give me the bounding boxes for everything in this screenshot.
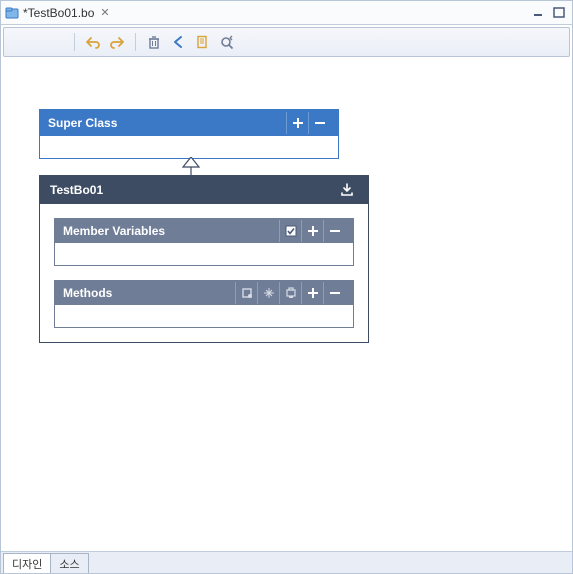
undo-button[interactable] xyxy=(83,32,103,52)
class-title: TestBo01 xyxy=(50,183,336,197)
methods-body[interactable] xyxy=(55,305,353,327)
tab-source[interactable]: 소스 xyxy=(50,553,88,573)
super-class-remove-button[interactable] xyxy=(308,112,330,134)
member-variables-add-button[interactable] xyxy=(301,220,323,242)
tab-title[interactable]: *TestBo01.bo xyxy=(23,6,94,20)
methods-remove-button[interactable] xyxy=(323,282,345,304)
methods-add-button[interactable] xyxy=(301,282,323,304)
super-class-header: Super Class xyxy=(40,110,338,136)
super-class-add-button[interactable] xyxy=(286,112,308,134)
refresh-view-button[interactable] xyxy=(216,32,236,52)
methods-action3-button[interactable] xyxy=(279,282,301,304)
back-nav-button[interactable] xyxy=(168,32,188,52)
tab-design[interactable]: 디자인 xyxy=(3,553,51,573)
redo-button[interactable] xyxy=(107,32,127,52)
toolbar xyxy=(3,27,570,57)
member-variables-body[interactable] xyxy=(55,243,353,265)
member-variables-toggle-button[interactable] xyxy=(279,220,301,242)
class-header: TestBo01 xyxy=(40,176,368,204)
minimize-icon[interactable] xyxy=(530,5,548,21)
tab-close-icon[interactable]: ✕ xyxy=(100,6,109,19)
file-icon xyxy=(5,6,19,20)
super-class-title: Super Class xyxy=(48,116,286,130)
tab-bar: *TestBo01.bo ✕ xyxy=(1,1,572,25)
bottom-tabs: 디자인 소스 xyxy=(1,551,572,573)
class-body: Member Variables xyxy=(40,204,368,342)
methods-action2-button[interactable] xyxy=(257,282,279,304)
methods-header: Methods xyxy=(55,281,353,305)
super-class-box[interactable]: Super Class xyxy=(39,109,339,159)
maximize-icon[interactable] xyxy=(550,5,568,21)
super-class-body[interactable] xyxy=(40,136,338,158)
member-variables-section[interactable]: Member Variables xyxy=(54,218,354,266)
member-variables-remove-button[interactable] xyxy=(323,220,345,242)
methods-section[interactable]: Methods xyxy=(54,280,354,328)
member-variables-title: Member Variables xyxy=(63,224,279,238)
methods-title: Methods xyxy=(63,286,235,300)
document-button[interactable] xyxy=(192,32,212,52)
delete-button[interactable] xyxy=(144,32,164,52)
import-button[interactable] xyxy=(336,179,358,201)
design-canvas[interactable]: Super Class TestBo01 xyxy=(1,59,572,551)
class-box[interactable]: TestBo01 Member Variables xyxy=(39,175,369,343)
methods-action1-button[interactable] xyxy=(235,282,257,304)
member-variables-header: Member Variables xyxy=(55,219,353,243)
